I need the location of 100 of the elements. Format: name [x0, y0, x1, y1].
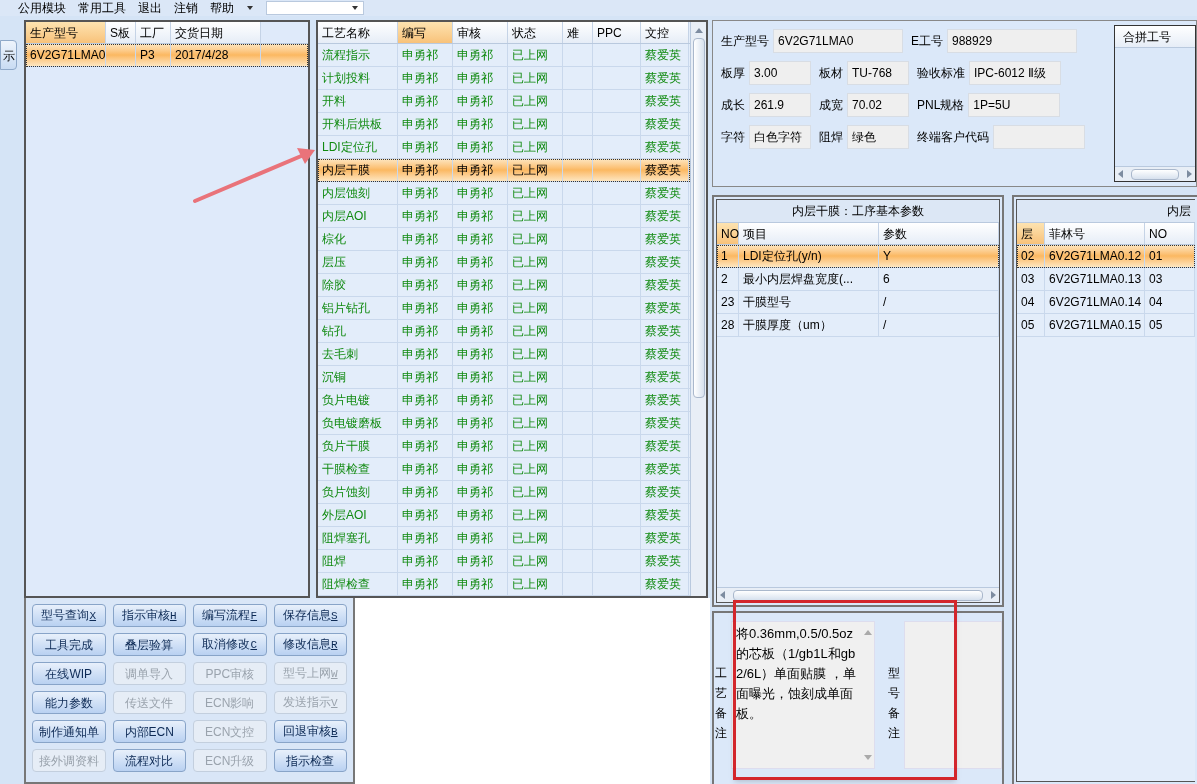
column-header[interactable]: 项目 — [739, 223, 879, 244]
text-field[interactable]: 白色字符 — [749, 125, 811, 149]
column-header[interactable]: S板 — [106, 22, 136, 43]
table-row[interactable]: 阻焊塞孔 申勇祁 申勇祁 已上网 蔡爱英 — [318, 527, 690, 550]
table-row[interactable]: 负片蚀刻 申勇祁 申勇祁 已上网 蔡爱英 — [318, 481, 690, 504]
dropdown-caret-icon[interactable] — [351, 5, 359, 11]
column-header[interactable]: 难 — [563, 22, 593, 43]
table-row[interactable]: 04 6V2G71LMA0.14 04 — [1017, 291, 1195, 314]
table-cell-text: 申勇祁 — [402, 47, 438, 64]
text-field[interactable]: 绿色 — [847, 125, 909, 149]
table-row[interactable]: 内层蚀刻 申勇祁 申勇祁 已上网 蔡爱英 — [318, 182, 690, 205]
column-header[interactable]: 工艺名称 — [318, 22, 398, 43]
table-row[interactable]: 干膜检查 申勇祁 申勇祁 已上网 蔡爱英 — [318, 458, 690, 481]
column-header[interactable]: 交货日期 — [171, 22, 261, 43]
table-row[interactable]: 外层AOI 申勇祁 申勇祁 已上网 蔡爱英 — [318, 504, 690, 527]
table-row[interactable]: 28 干膜厚度（um） / — [717, 314, 999, 337]
up-arrow-icon[interactable] — [693, 26, 704, 34]
text-area[interactable] — [904, 621, 1002, 769]
action-button[interactable]: 回退审核B — [273, 720, 347, 743]
table-cell-text: 已上网 — [512, 93, 548, 110]
table-cell-text: 层压 — [322, 254, 346, 271]
action-button[interactable]: 制作通知单 — [32, 720, 106, 743]
column-header[interactable]: NO — [1145, 223, 1195, 244]
table-row[interactable]: 层压 申勇祁 申勇祁 已上网 蔡爱英 — [318, 251, 690, 274]
table-row[interactable]: 内层干膜 申勇祁 申勇祁 已上网 蔡爱英 — [318, 159, 690, 182]
menu-item[interactable]: 常用工具 — [78, 2, 126, 14]
column-header[interactable]: NO — [717, 223, 739, 244]
table-row[interactable]: 负电镀磨板 申勇祁 申勇祁 已上网 蔡爱英 — [318, 412, 690, 435]
column-header[interactable]: 状态 — [508, 22, 563, 43]
table-cell-text: 已上网 — [512, 208, 548, 225]
table-cell-text: 蔡爱英 — [645, 576, 681, 593]
action-button[interactable]: 指示审核H — [112, 604, 186, 627]
column-header[interactable]: PPC — [593, 22, 641, 43]
table-row[interactable]: 负片干膜 申勇祁 申勇祁 已上网 蔡爱英 — [318, 435, 690, 458]
column-header[interactable]: 生产型号 — [26, 22, 106, 43]
menu-item[interactable]: 退出 — [138, 2, 162, 14]
text-field[interactable]: 6V2G71LMA0 — [773, 29, 903, 53]
column-header[interactable]: 层 — [1017, 223, 1045, 244]
side-button[interactable]: 示 — [0, 40, 17, 70]
column-header[interactable]: 文控 — [641, 22, 689, 43]
table-row[interactable]: 去毛刺 申勇祁 申勇祁 已上网 蔡爱英 — [318, 343, 690, 366]
table-row[interactable]: 05 6V2G71LMA0.15 05 — [1017, 314, 1195, 337]
table-row[interactable]: 负片电镀 申勇祁 申勇祁 已上网 蔡爱英 — [318, 389, 690, 412]
action-button[interactable]: 编写流程F — [193, 604, 267, 627]
text-field[interactable]: 1P=5U — [968, 93, 1061, 117]
table-row[interactable]: 03 6V2G71LMA0.13 03 — [1017, 268, 1195, 291]
up-arrow-icon[interactable] — [864, 630, 872, 635]
text-area[interactable]: 将0.36mm,0.5/0.5oz的芯板（1/gb1L和gb2/6L）单面贴膜 ，单面曝光，蚀刻成单面板。 — [731, 621, 875, 769]
action-button[interactable]: 在线WIP — [32, 662, 106, 685]
table-row[interactable]: 阻焊 申勇祁 申勇祁 已上网 蔡爱英 — [318, 550, 690, 573]
table-row[interactable]: 内层AOI 申勇祁 申勇祁 已上网 蔡爱英 — [318, 205, 690, 228]
table-row[interactable]: 1 LDI定位孔(y/n) Y — [717, 245, 999, 268]
menu-item[interactable]: 公用模块 — [18, 2, 66, 14]
table-row[interactable]: 02 6V2G71LMA0.12 01 — [1017, 245, 1195, 268]
table-cell-text: 负片电镀 — [322, 392, 370, 409]
action-button[interactable]: 型号查询X — [32, 604, 106, 627]
action-button[interactable]: 取消修改C — [193, 633, 267, 656]
column-header[interactable]: 菲林号 — [1045, 223, 1145, 244]
horizontal-scrollbar[interactable] — [1115, 166, 1195, 181]
column-header[interactable]: 工厂 — [136, 22, 171, 43]
table-row[interactable]: 6V2G71LMA0 P3 2017/4/28 — [26, 44, 308, 67]
menu-item[interactable]: 注销 — [174, 2, 198, 14]
table-row[interactable]: 铝片钻孔 申勇祁 申勇祁 已上网 蔡爱英 — [318, 297, 690, 320]
column-header[interactable]: 审核 — [453, 22, 508, 43]
text-field[interactable]: 70.02 — [847, 93, 909, 117]
table-row[interactable]: 钻孔 申勇祁 申勇祁 已上网 蔡爱英 — [318, 320, 690, 343]
column-header[interactable]: 参数 — [879, 223, 999, 244]
action-button[interactable]: 保存信息S — [273, 604, 347, 627]
action-button[interactable]: 修改信息R — [273, 633, 347, 656]
action-button[interactable]: 叠层验算 — [112, 633, 186, 656]
menu-item[interactable]: 帮助 — [210, 2, 234, 14]
table-cell-text: 申勇祁 — [402, 116, 438, 133]
action-button[interactable]: 流程对比 — [112, 749, 186, 772]
table-row[interactable]: 计划投料 申勇祁 申勇祁 已上网 蔡爱英 — [318, 67, 690, 90]
table-row[interactable]: 2 最小内层焊盘宽度(... 6 — [717, 268, 999, 291]
text-field[interactable]: TU-768 — [847, 61, 909, 85]
table-row[interactable]: 沉铜 申勇祁 申勇祁 已上网 蔡爱英 — [318, 366, 690, 389]
action-button[interactable]: 内部ECN — [112, 720, 186, 743]
table-row[interactable]: 阻焊检查 申勇祁 申勇祁 已上网 蔡爱英 — [318, 573, 690, 596]
table-cell-text: 申勇祁 — [402, 277, 438, 294]
table-cell-text: 蔡爱英 — [645, 47, 681, 64]
text-field[interactable]: IPC-6012 Ⅱ级 — [969, 61, 1061, 85]
text-field[interactable]: 3.00 — [749, 61, 811, 85]
action-button[interactable]: 指示检查 — [273, 749, 347, 772]
table-row[interactable]: 开料后烘板 申勇祁 申勇祁 已上网 蔡爱英 — [318, 113, 690, 136]
column-header[interactable]: 编写 — [398, 22, 453, 43]
column-header[interactable]: 合拼工号 — [1115, 26, 1195, 48]
text-field[interactable]: 261.9 — [749, 93, 811, 117]
table-row[interactable]: 棕化 申勇祁 申勇祁 已上网 蔡爱英 — [318, 228, 690, 251]
table-row[interactable]: 23 干膜型号 / — [717, 291, 999, 314]
table-row[interactable]: 除胶 申勇祁 申勇祁 已上网 蔡爱英 — [318, 274, 690, 297]
action-button[interactable]: 能力参数 — [32, 691, 106, 714]
table-row[interactable]: 流程指示 申勇祁 申勇祁 已上网 蔡爱英 — [318, 44, 690, 67]
text-field[interactable]: 988929 — [947, 29, 1077, 53]
vertical-scrollbar[interactable] — [690, 22, 706, 596]
down-arrow-icon[interactable] — [864, 755, 872, 760]
action-button[interactable]: 工具完成 — [32, 633, 106, 656]
table-cell-text: 蔡爱英 — [645, 93, 681, 110]
dropdown-caret-icon[interactable] — [246, 5, 254, 11]
table-row[interactable]: 开料 申勇祁 申勇祁 已上网 蔡爱英 — [318, 90, 690, 113]
